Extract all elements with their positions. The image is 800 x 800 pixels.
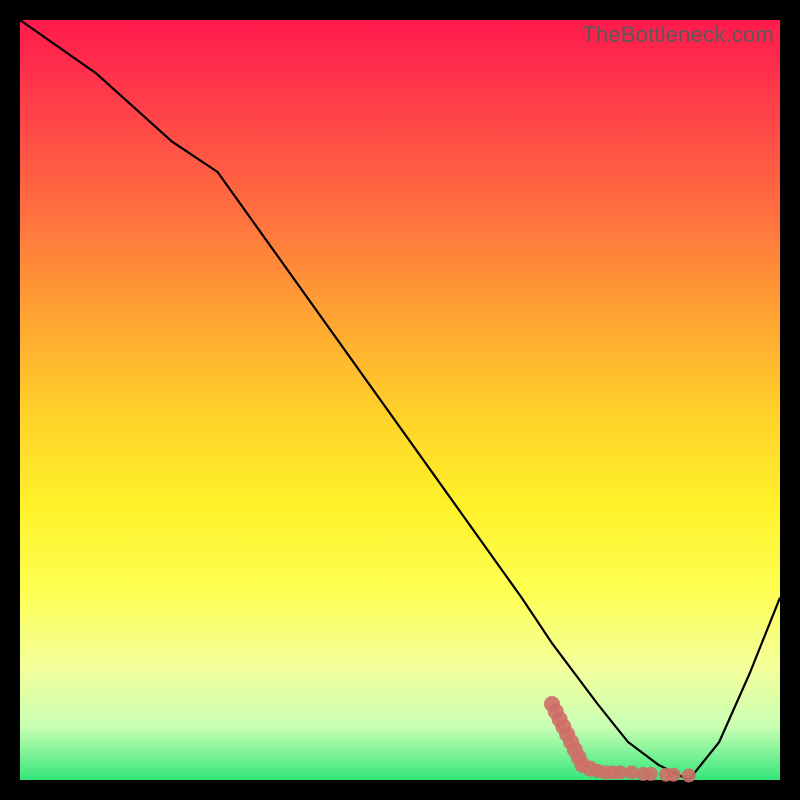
scatter-point [682, 768, 696, 782]
bottleneck-scatter-group [544, 696, 696, 782]
scatter-point [667, 768, 681, 782]
bottleneck-scatter [20, 20, 780, 780]
scatter-point [644, 767, 658, 781]
watermark-text: TheBottleneck.com [582, 22, 774, 48]
chart-frame: TheBottleneck.com [20, 20, 780, 780]
